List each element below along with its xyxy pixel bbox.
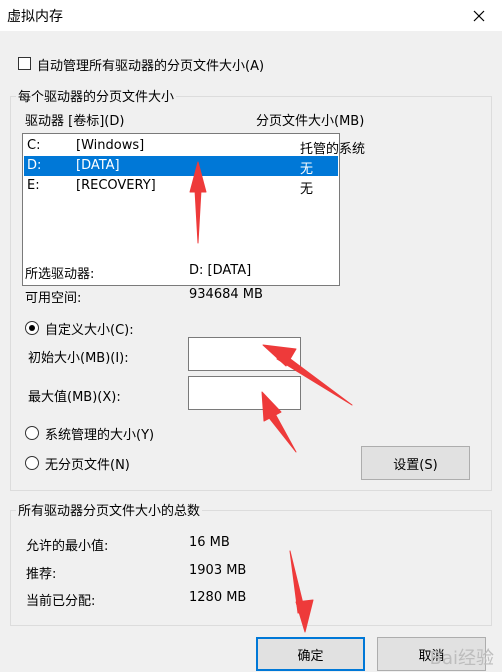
recommended-label: 推荐:: [26, 567, 57, 582]
custom-size-label[interactable]: 自定义大小(C):: [45, 319, 134, 338]
auto-manage-checkbox[interactable]: [18, 57, 31, 70]
dialog-body: 自动管理所有驱动器的分页文件大小(A) 每个驱动器的分页文件大小 驱动器 [卷标…: [0, 31, 502, 672]
column-header-drive: 驱动器 [卷标](D): [25, 114, 125, 129]
close-icon: [473, 10, 485, 21]
selected-drive-label: 所选驱动器:: [25, 267, 95, 282]
system-managed-label[interactable]: 系统管理的大小(Y): [45, 424, 154, 443]
no-paging-radio[interactable]: [25, 456, 39, 470]
allocated-value: 1280 MB: [189, 590, 247, 605]
set-button[interactable]: 设置(S): [361, 446, 470, 480]
watermark: Bai经验: [429, 648, 494, 669]
custom-size-radio[interactable]: [25, 321, 39, 335]
selected-drive-value: D: [DATA]: [189, 263, 252, 278]
ok-button[interactable]: 确定: [256, 637, 365, 671]
max-size-label: 最大值(MB)(X):: [28, 390, 121, 405]
per-drive-group-title: 每个驱动器的分页文件大小: [16, 86, 177, 105]
drive-row-c[interactable]: C: [Windows] 托管的系统: [24, 136, 365, 157]
max-size-input[interactable]: [188, 376, 301, 410]
system-managed-radio[interactable]: [25, 426, 39, 440]
min-allowed-value: 16 MB: [189, 535, 230, 550]
free-space-value: 934684 MB: [189, 287, 263, 302]
initial-size-input[interactable]: [188, 337, 301, 371]
window-title: 虚拟内存: [7, 9, 63, 25]
auto-manage-label[interactable]: 自动管理所有驱动器的分页文件大小(A): [37, 55, 264, 74]
totals-group-title: 所有驱动器分页文件大小的总数: [16, 500, 203, 519]
title-bar: 虚拟内存: [0, 0, 502, 31]
drive-row-e[interactable]: E: [RECOVERY] 无: [24, 176, 338, 197]
initial-size-label: 初始大小(MB)(I):: [28, 351, 129, 366]
close-button[interactable]: [456, 0, 502, 31]
recommended-value: 1903 MB: [189, 563, 247, 578]
no-paging-label[interactable]: 无分页文件(N): [45, 454, 130, 473]
free-space-label: 可用空间:: [25, 291, 82, 306]
allocated-label: 当前已分配:: [26, 594, 96, 609]
column-header-size: 分页文件大小(MB): [256, 114, 365, 129]
drive-row-d[interactable]: D: [DATA] 无: [24, 156, 338, 177]
min-allowed-label: 允许的最小值:: [26, 539, 109, 554]
